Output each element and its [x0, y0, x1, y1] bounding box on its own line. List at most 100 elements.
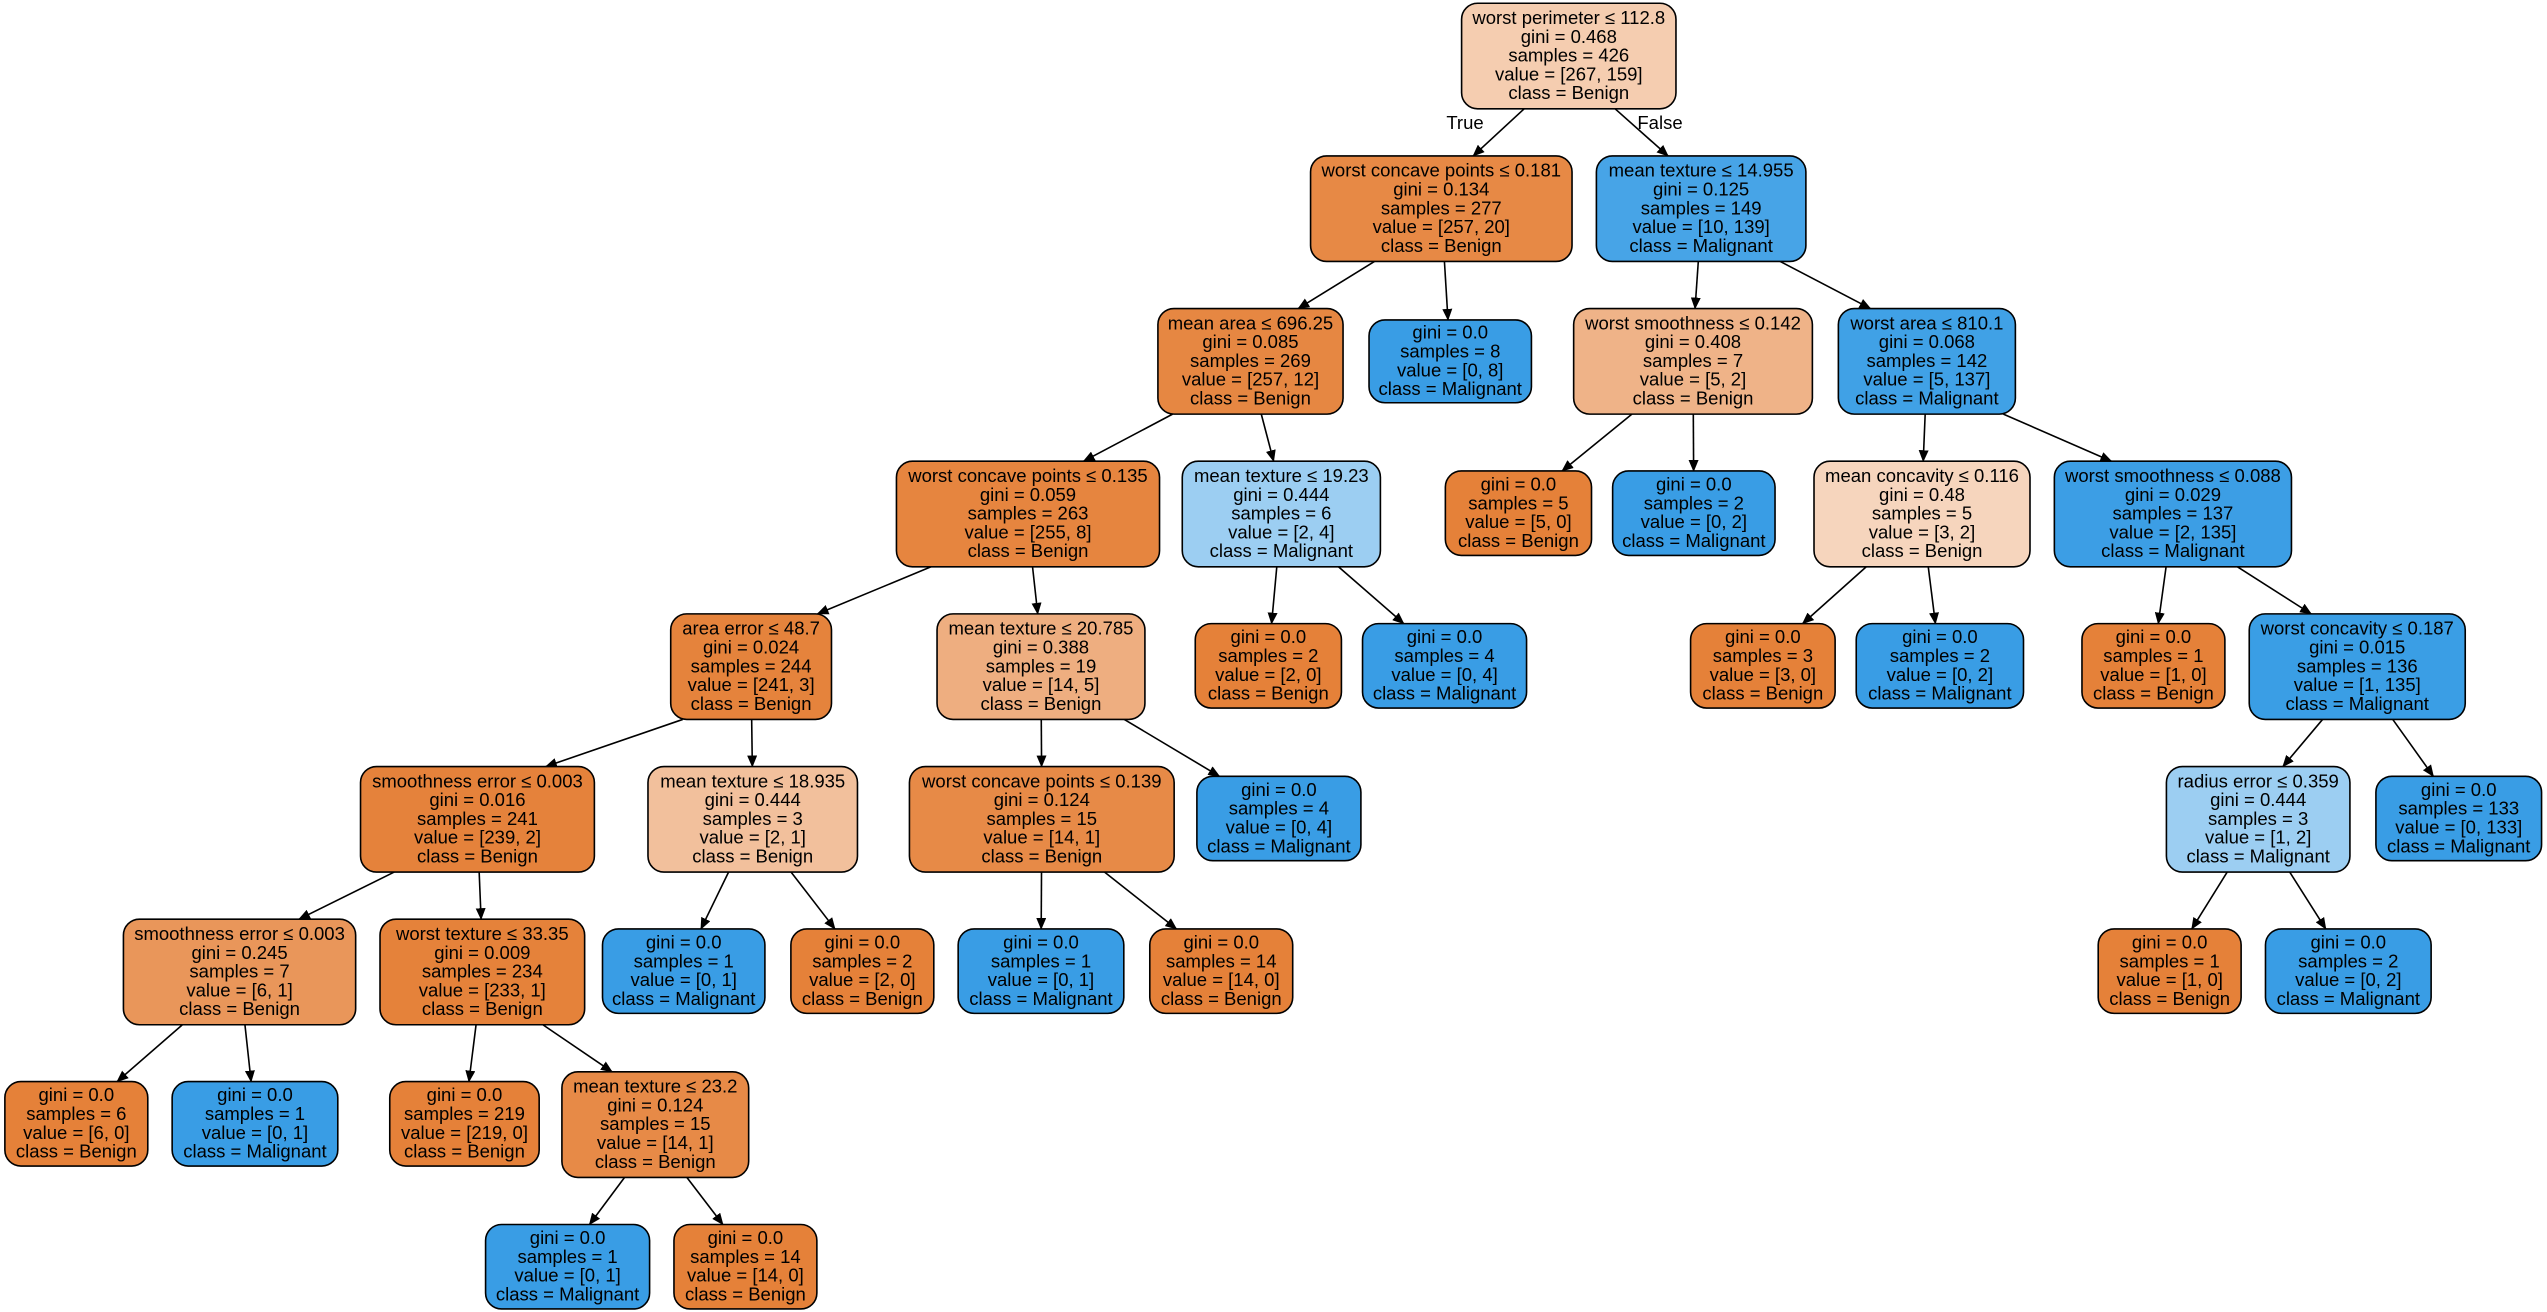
- tree-split-node: worst concavity ≤ 0.187gini = 0.015sampl…: [2248, 613, 2467, 721]
- tree-edge: [1918, 414, 1929, 463]
- tree-edge: [1297, 260, 1375, 310]
- tree-split-node: area error ≤ 48.7gini = 0.024samples = 2…: [669, 613, 833, 721]
- node-text-line: class = Benign: [691, 693, 812, 714]
- node-text-line: class = Benign: [179, 998, 300, 1019]
- node-text-line: class = Malignant: [2387, 835, 2530, 856]
- tree-edge: [2191, 871, 2228, 930]
- node-text-line: class = Benign: [16, 1141, 137, 1162]
- tree-leaf-node: gini = 0.0samples = 4value = [0, 4]class…: [1361, 622, 1528, 709]
- node-text-line: class = Malignant: [2286, 693, 2429, 714]
- node-text-line: class = Benign: [1190, 388, 1311, 409]
- tree-edge: [747, 719, 758, 768]
- node-text-line: class = Benign: [1458, 530, 1579, 551]
- node-text-line: class = Malignant: [183, 1141, 326, 1162]
- node-text-line: class = Benign: [2093, 683, 2214, 704]
- node-text-line: class = Benign: [417, 846, 538, 867]
- tree-leaf-node: gini = 0.0samples = 4value = [0, 4]class…: [1196, 775, 1362, 862]
- tree-split-node: worst smoothness ≤ 0.088gini = 0.029samp…: [2053, 460, 2293, 568]
- tree-split-node: mean area ≤ 696.25gini = 0.085samples = …: [1157, 307, 1344, 415]
- tree-split-node: worst concave points ≤ 0.135gini = 0.059…: [895, 460, 1161, 568]
- tree-split-node: worst concave points ≤ 0.139gini = 0.124…: [908, 765, 1175, 873]
- tree-leaf-node: gini = 0.0samples = 6value = [6, 0]class…: [4, 1080, 149, 1167]
- node-text-line: class = Benign: [968, 540, 1089, 561]
- tree-edge: [1104, 871, 1178, 930]
- tree-edge: [790, 871, 836, 930]
- tree-edge: [465, 1024, 477, 1083]
- tree-edge: [1031, 566, 1042, 615]
- tree-leaf-node: gini = 0.0samples = 5value = [5, 0]class…: [1444, 470, 1593, 557]
- tree-edge: [544, 718, 683, 768]
- tree-split-node: worst smoothness ≤ 0.142gini = 0.408samp…: [1572, 307, 1814, 415]
- tree-split-node: mean texture ≤ 23.2gini = 0.124samples =…: [561, 1071, 750, 1179]
- tree-edge: [1690, 261, 1701, 310]
- node-text-line: class = Benign: [404, 1141, 525, 1162]
- tree-edge: [1779, 260, 1872, 310]
- tree-edge: [816, 566, 932, 615]
- tree-leaf-node: gini = 0.0samples = 1value = [0, 1]class…: [957, 928, 1125, 1015]
- tree-edge: [2003, 413, 2113, 462]
- nodes-layer: worst perimeter ≤ 112.8gini = 0.468sampl…: [4, 2, 2543, 1310]
- node-text-line: class = Benign: [1702, 683, 1823, 704]
- node-text-line: class = Benign: [2109, 988, 2230, 1009]
- node-text-line: class = Benign: [802, 988, 923, 1009]
- node-text-line: class = Malignant: [1622, 530, 1765, 551]
- tree-edge: [244, 1024, 255, 1083]
- tree-leaf-node: gini = 0.0samples = 14value = [14, 0]cla…: [673, 1223, 818, 1310]
- node-text-line: class = Malignant: [1855, 388, 1998, 409]
- tree-edge: [1801, 566, 1867, 625]
- tree-split-node: mean texture ≤ 14.955gini = 0.125samples…: [1595, 155, 1807, 263]
- tree-leaf-node: gini = 0.0samples = 2value = [0, 2]class…: [2264, 928, 2432, 1015]
- node-text-line: class = Benign: [1208, 683, 1329, 704]
- tree-split-node: worst area ≤ 810.1gini = 0.068samples = …: [1837, 307, 2017, 415]
- tree-split-node: mean texture ≤ 20.785gini = 0.388samples…: [936, 613, 1146, 721]
- tree-split-node: smoothness error ≤ 0.003gini = 0.245samp…: [122, 918, 357, 1026]
- tree-edge: [686, 1176, 724, 1226]
- tree-leaf-node: gini = 0.0samples = 133value = [0, 133]c…: [2375, 775, 2543, 862]
- node-text-line: class = Benign: [422, 998, 543, 1019]
- tree-edge: [298, 871, 395, 920]
- tree-leaf-node: gini = 0.0samples = 2value = [2, 0]class…: [790, 928, 935, 1015]
- tree-edge: [588, 1176, 626, 1226]
- node-text-line: class = Malignant: [2277, 988, 2420, 1009]
- tree-leaf-node: gini = 0.0samples = 2value = [2, 0]class…: [1194, 622, 1343, 709]
- tree-leaf-node: gini = 0.0samples = 1value = [1, 0]class…: [2081, 622, 2226, 709]
- node-text-line: class = Malignant: [612, 988, 755, 1009]
- tree-edge: [1561, 413, 1633, 472]
- tree-leaf-node: gini = 0.0samples = 219value = [219, 0]c…: [388, 1080, 540, 1167]
- tree-split-node: worst concave points ≤ 0.181gini = 0.134…: [1309, 155, 1573, 263]
- node-text-line: class = Benign: [1508, 82, 1629, 103]
- node-text-line: class = Benign: [1161, 988, 1282, 1009]
- tree-edge: [1927, 566, 1939, 625]
- tree-split-node: worst perimeter ≤ 112.8gini = 0.468sampl…: [1460, 2, 1677, 110]
- tree-edge: [2289, 871, 2327, 930]
- tree-split-node: worst texture ≤ 33.35gini = 0.009samples…: [379, 918, 586, 1026]
- tree-leaf-node: gini = 0.0samples = 14value = [14, 0]cla…: [1148, 928, 1294, 1015]
- tree-leaf-node: gini = 0.0samples = 1value = [0, 1]class…: [171, 1080, 339, 1167]
- tree-split-node: smoothness error ≤ 0.003gini = 0.016samp…: [359, 765, 596, 873]
- node-text-line: class = Benign: [981, 693, 1102, 714]
- edge-label-true: True: [1446, 112, 1483, 133]
- tree-edge: [1337, 566, 1405, 625]
- tree-edge: [542, 1024, 613, 1073]
- tree-edge: [2154, 566, 2167, 625]
- tree-edge: [2282, 718, 2324, 768]
- node-text-line: class = Benign: [1381, 235, 1502, 256]
- tree-edge: [116, 1024, 183, 1083]
- node-text-line: class = Malignant: [1373, 683, 1516, 704]
- tree-edge: [1442, 261, 1453, 321]
- tree-leaf-node: gini = 0.0samples = 2value = [0, 2]class…: [1611, 470, 1776, 557]
- node-text-line: class = Malignant: [1379, 378, 1522, 399]
- tree-split-node: mean texture ≤ 18.935gini = 0.444samples…: [647, 765, 859, 873]
- node-text-line: class = Malignant: [2101, 540, 2244, 561]
- tree-leaf-node: gini = 0.0samples = 1value = [0, 1]class…: [601, 928, 766, 1015]
- tree-leaf-node: gini = 0.0samples = 8value = [0, 8]class…: [1368, 319, 1533, 404]
- tree-edge: [2392, 718, 2435, 778]
- node-text-line: class = Malignant: [1629, 235, 1772, 256]
- node-text-line: class = Benign: [685, 1284, 806, 1305]
- tree-edge: [2236, 566, 2312, 615]
- tree-edge: [1082, 413, 1173, 462]
- node-text-line: class = Malignant: [2186, 846, 2329, 867]
- tree-leaf-node: gini = 0.0samples = 1value = [1, 0]class…: [2097, 928, 2242, 1015]
- node-text-line: class = Malignant: [969, 988, 1112, 1009]
- node-text-line: class = Benign: [692, 846, 813, 867]
